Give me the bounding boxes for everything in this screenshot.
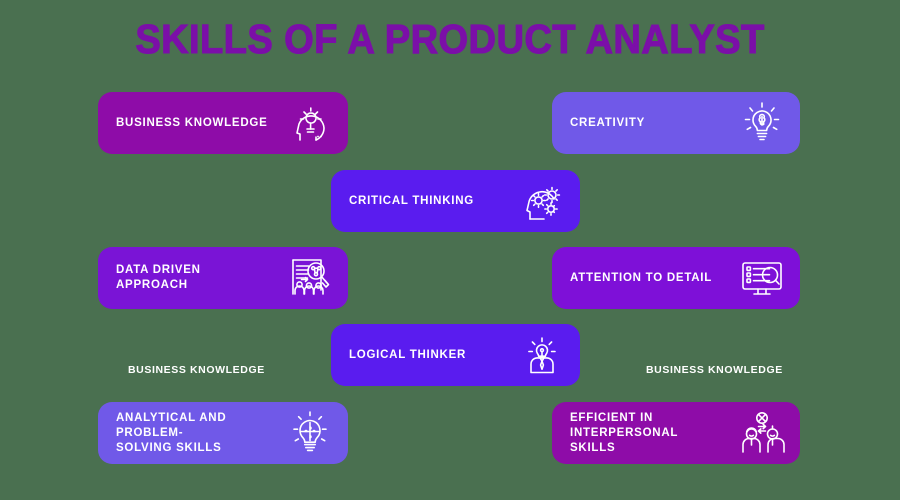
head-gears-icon (518, 177, 566, 225)
skill-card-label: DATA DRIVEN APPROACH (116, 264, 201, 291)
report-analysis-icon (286, 254, 334, 302)
skill-card[interactable]: BUSINESS KNOWLEDGE (98, 92, 348, 154)
head-lightbulb-icon (286, 99, 334, 147)
person-lightbulb-icon (518, 331, 566, 379)
skill-card-label: EFFICIENT IN INTERPERSONAL SKILLS (570, 411, 679, 454)
floating-skill-label: BUSINESS KNOWLEDGE (128, 364, 265, 376)
skill-card[interactable]: EFFICIENT IN INTERPERSONAL SKILLS (552, 402, 800, 464)
lightbulb-brain-icon (738, 99, 786, 147)
puzzle-lightbulb-icon (286, 409, 334, 457)
skill-card-label: LOGICAL THINKER (349, 348, 467, 361)
skill-card-label: ATTENTION TO DETAIL (570, 271, 713, 284)
skill-card[interactable]: DATA DRIVEN APPROACH (98, 247, 348, 309)
skill-card[interactable]: LOGICAL THINKER (331, 324, 580, 386)
floating-skill-label: BUSINESS KNOWLEDGE (646, 364, 783, 376)
skill-card[interactable]: CREATIVITY (552, 92, 800, 154)
page-title: SKILLS OF A PRODUCT ANALYST (135, 15, 765, 62)
skill-card[interactable]: ANALYTICAL AND PROBLEM- SOLVING SKILLS (98, 402, 348, 464)
skill-card-label: CREATIVITY (570, 116, 646, 129)
monitor-magnifier-icon (738, 254, 786, 302)
skill-card-label: BUSINESS KNOWLEDGE (116, 116, 268, 129)
skill-card-label: CRITICAL THINKING (349, 194, 474, 207)
two-people-communication-icon (738, 409, 786, 457)
skill-card[interactable]: CRITICAL THINKING (331, 170, 580, 232)
skill-card[interactable]: ATTENTION TO DETAIL (552, 247, 800, 309)
skill-card-label: ANALYTICAL AND PROBLEM- SOLVING SKILLS (116, 411, 227, 454)
infographic-canvas: SKILLS OF A PRODUCT ANALYST BUSINESS KNO… (0, 0, 900, 500)
